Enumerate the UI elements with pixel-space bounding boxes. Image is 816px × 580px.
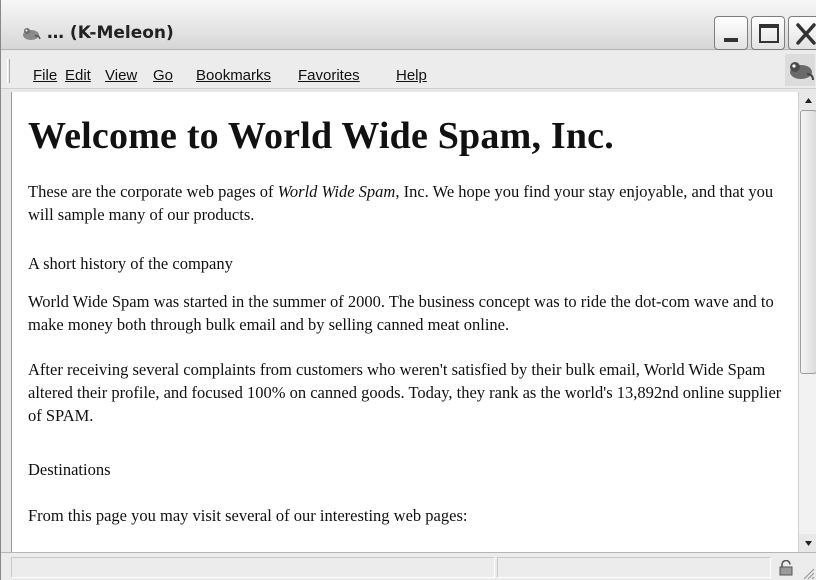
toolbar-grip[interactable] bbox=[7, 59, 10, 83]
status-text-panel bbox=[11, 557, 495, 578]
lock-icon[interactable] bbox=[779, 559, 793, 576]
scroll-down-button[interactable] bbox=[799, 534, 816, 552]
history-heading: A short history of the company bbox=[28, 254, 233, 273]
kmeleon-throbber-icon bbox=[785, 54, 815, 86]
window-title: … (K-Meleon) bbox=[47, 23, 174, 43]
minimize-button[interactable] bbox=[714, 16, 748, 50]
destinations-heading: Destinations bbox=[28, 460, 111, 479]
status-progress-panel bbox=[497, 557, 771, 578]
page-title: Welcome to World Wide Spam, Inc. bbox=[28, 115, 614, 157]
scroll-up-button[interactable] bbox=[799, 92, 816, 110]
menu-go[interactable]: Go bbox=[153, 67, 173, 84]
status-bar bbox=[1, 552, 816, 580]
close-button[interactable] bbox=[788, 16, 816, 50]
scroll-up-arrow-icon bbox=[805, 98, 812, 103]
menu-help[interactable]: Help bbox=[396, 67, 427, 84]
scroll-down-arrow-icon bbox=[805, 541, 812, 546]
close-icon bbox=[796, 23, 816, 45]
intro-paragraph: These are the corporate web pages of Wor… bbox=[28, 180, 788, 226]
menu-bookmarks[interactable]: Bookmarks bbox=[196, 67, 271, 84]
destinations-intro: From this page you may visit several of … bbox=[28, 506, 468, 525]
menu-file[interactable]: File bbox=[33, 67, 57, 84]
minimize-icon bbox=[724, 38, 738, 42]
kmeleon-app-icon[interactable] bbox=[21, 24, 41, 42]
title-bar[interactable]: … (K-Meleon) bbox=[1, 0, 816, 50]
menu-favorites[interactable]: Favorites bbox=[298, 67, 360, 84]
company-name-emphasis: World Wide Spam bbox=[277, 182, 396, 201]
history-paragraph-1: World Wide Spam was started in the summe… bbox=[28, 292, 774, 334]
intro-text-start: These are the corporate web pages of bbox=[28, 182, 278, 201]
vertical-scrollbar[interactable] bbox=[798, 92, 816, 552]
menu-view[interactable]: View bbox=[105, 67, 137, 84]
page-content[interactable]: Welcome to World Wide Spam, Inc. These a… bbox=[11, 92, 798, 552]
menu-edit[interactable]: Edit bbox=[65, 67, 91, 84]
maximize-icon bbox=[759, 24, 779, 43]
maximize-button[interactable] bbox=[751, 16, 785, 50]
menu-bar: File Edit View Go Bookmarks Favorites He… bbox=[1, 51, 816, 89]
history-paragraph-2: After receiving several complaints from … bbox=[28, 360, 782, 425]
browser-window: … (K-Meleon) File Edit View Go Bookmarks… bbox=[0, 0, 816, 580]
resize-grip-icon[interactable] bbox=[801, 565, 815, 580]
scroll-thumb[interactable] bbox=[800, 110, 816, 374]
